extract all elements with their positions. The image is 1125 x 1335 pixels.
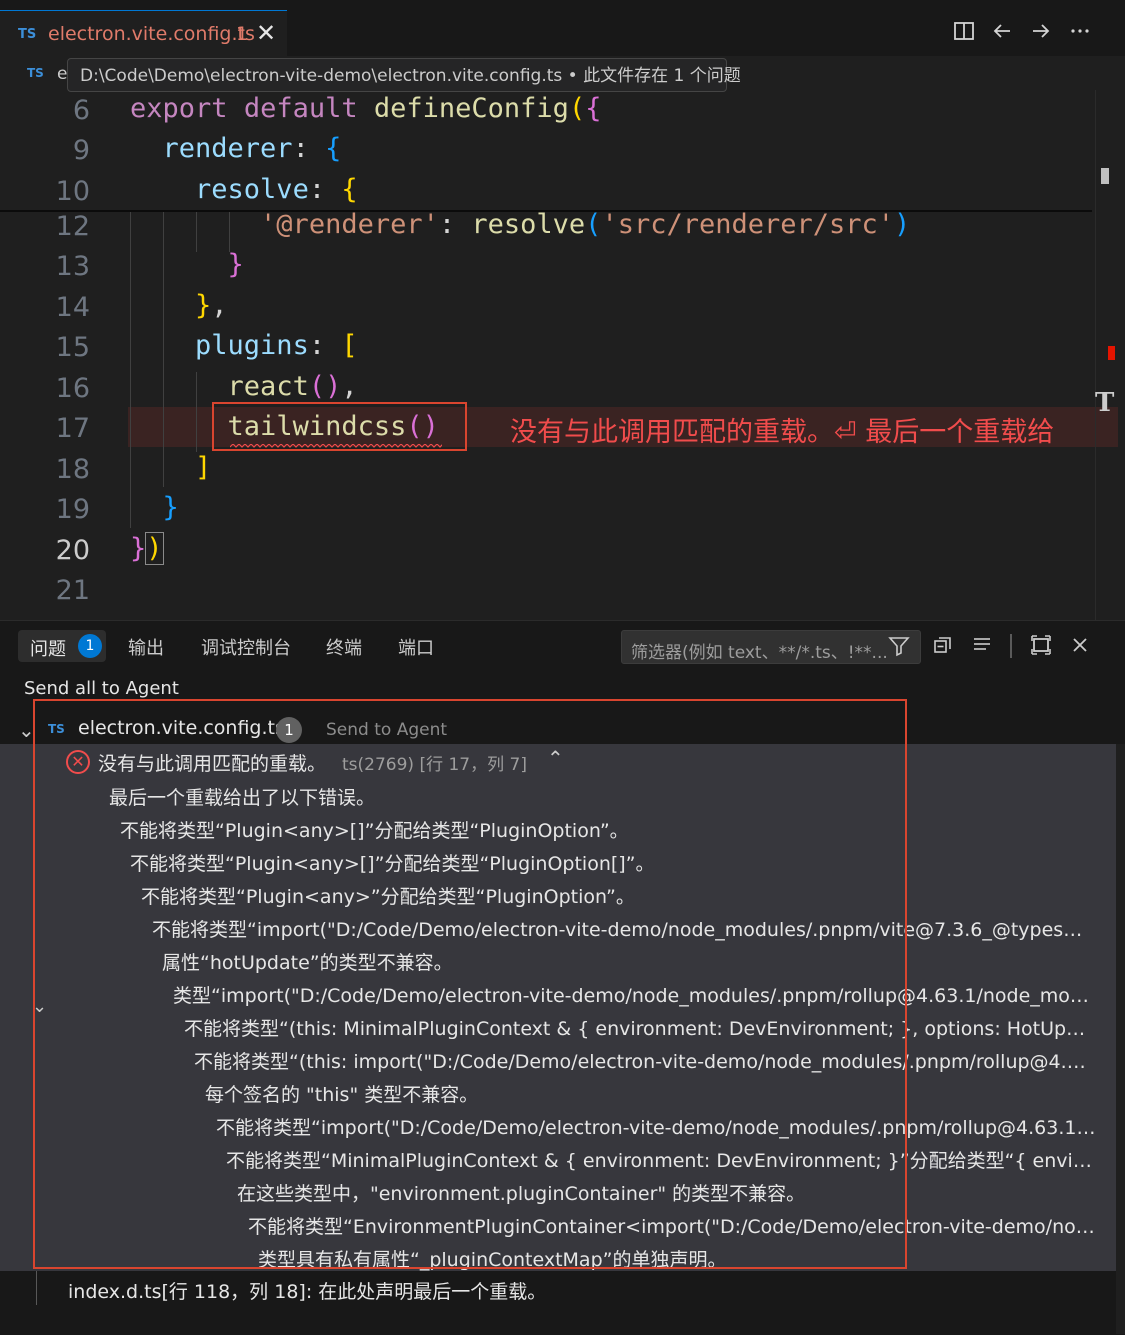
tab-problem-count: 1 (236, 23, 249, 45)
tab-problems-label: 问题 (30, 639, 66, 660)
tab-terminal[interactable]: 终端 (326, 634, 362, 660)
scrollbar-thumb[interactable] (1101, 168, 1109, 184)
file-path-tooltip: D:\Code\Demo\electron-vite-demo\electron… (67, 58, 741, 92)
code-line-9: renderer: { (162, 133, 342, 164)
line-number-current: 20 (55, 535, 90, 566)
toolbar-divider (1010, 634, 1012, 658)
breadcrumb-ts-icon: TS (27, 66, 44, 80)
code-line-20: }) (130, 532, 164, 565)
problems-badge: 1 (78, 634, 102, 658)
arrow-left-icon[interactable] (988, 20, 1016, 46)
tab-ports[interactable]: 端口 (398, 634, 434, 660)
inline-error-message: 没有与此调用匹配的重载。⏎ 最后一个重载给 (510, 417, 1055, 448)
tab-output[interactable]: 输出 (128, 634, 164, 660)
line-number: 13 (55, 251, 90, 282)
code-line-15: plugins: [ (195, 330, 358, 361)
code-line-19: } (162, 492, 179, 523)
maximize-panel-icon[interactable] (1030, 634, 1052, 662)
line-number: 6 (72, 95, 90, 126)
editor-tab[interactable]: TS electron.vite.config.ts 1 ✕ (0, 10, 287, 57)
line-number: 16 (55, 373, 90, 404)
tab-filename: electron.vite.config.ts (48, 23, 255, 45)
close-panel-icon[interactable] (1069, 634, 1091, 662)
view-as-list-icon[interactable] (971, 634, 993, 662)
related-information[interactable]: index.d.ts[行 118，列 18]: 在此处声明最后一个重载。 (68, 1277, 546, 1304)
tree-indent-guide (36, 1271, 37, 1305)
line-number: 18 (55, 454, 90, 485)
annotation-box-code (212, 402, 467, 451)
send-all-to-agent-link[interactable]: Send all to Agent (24, 678, 179, 699)
code-line-18: ] (195, 452, 212, 483)
filter-placeholder: 筛选器(例如 text、**/*.ts、!**... (631, 643, 888, 663)
line-number: 12 (55, 211, 90, 242)
code-line-13: } (227, 249, 244, 280)
line-number: 9 (72, 135, 90, 166)
filter-icon[interactable] (888, 635, 910, 662)
tab-debug-console[interactable]: 调试控制台 (201, 634, 291, 660)
line-number: 21 (55, 575, 90, 606)
code-line-6: export default defineConfig({ (130, 93, 602, 124)
typescript-file-icon: TS (18, 27, 37, 42)
panel-scrollbar[interactable] (1116, 744, 1125, 1334)
split-editor-icon[interactable] (950, 20, 978, 46)
line-number: 10 (55, 176, 90, 207)
line-number: 15 (55, 332, 90, 363)
code-line-16: react(), (227, 371, 358, 402)
code-line-10: resolve: { (195, 174, 358, 205)
collapse-all-icon[interactable] (932, 634, 954, 662)
scrollbar-error-marker (1108, 346, 1115, 360)
line-number: 14 (55, 292, 90, 323)
close-tab-icon[interactable]: ✕ (256, 19, 276, 47)
problems-filter-input[interactable]: 筛选器(例如 text、**/*.ts、!**... (621, 630, 921, 664)
line-number: 19 (55, 494, 90, 525)
line-number: 17 (55, 413, 90, 444)
code-line-14: }, (195, 290, 228, 321)
tab-problems[interactable]: 问题 1 (18, 630, 106, 662)
more-icon[interactable] (1066, 20, 1094, 46)
editor-tab-bar: TS electron.vite.config.ts 1 ✕ (0, 0, 1125, 57)
breadcrumb-file[interactable]: e (57, 64, 67, 84)
annotation-box-problems (33, 699, 907, 1269)
code-line-12: '@renderer': resolve('src/renderer/src') (260, 209, 911, 240)
text-cursor-icon: T (1095, 388, 1115, 418)
arrow-right-icon[interactable] (1027, 20, 1055, 46)
